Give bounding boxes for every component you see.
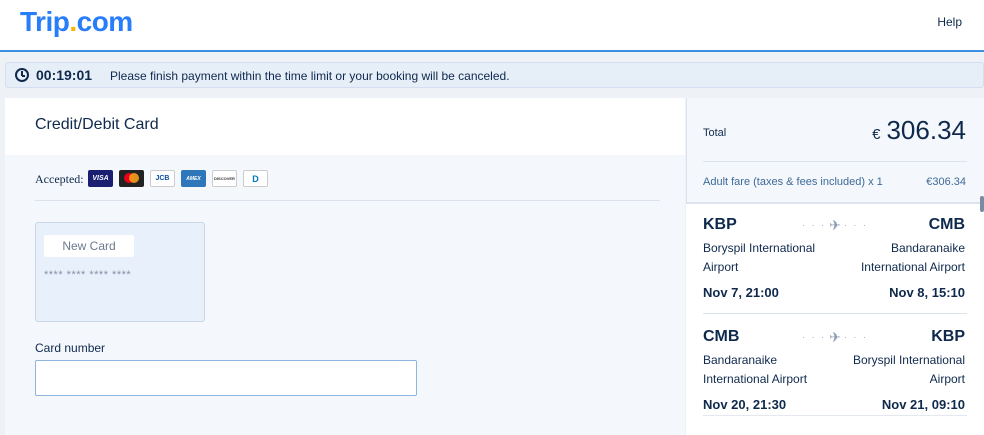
masked-card-number: **** **** **** **** [44, 269, 132, 281]
plane-icon: ✈ [829, 216, 841, 233]
mastercard-icon [119, 170, 144, 187]
discover-icon: DISCOVER [212, 170, 237, 187]
departure-time: Nov 7, 21:00 [703, 285, 779, 300]
countdown-timer: 00:19:01 [36, 67, 93, 83]
total-amount: 306.34 [886, 115, 966, 145]
scrollbar-thumb[interactable] [980, 196, 984, 212]
help-link[interactable]: Help [937, 15, 962, 29]
clock-icon [15, 68, 29, 82]
new-card-button[interactable]: New Card [44, 235, 134, 257]
timer-message: Please finish payment within the time li… [110, 69, 510, 83]
flight-segments: KBP · · · ✈ · · · CMB Boryspil Internation… [686, 202, 984, 435]
departure-time: Nov 20, 21:30 [703, 397, 787, 412]
jcb-icon: JCB [150, 170, 175, 187]
logo-tld: com [76, 6, 134, 37]
total-label: Total [703, 127, 727, 139]
amex-icon: AMEX [181, 170, 206, 187]
arrival-time: Nov 21, 09:10 [881, 397, 965, 412]
destination-airport: Bandaranaike International Airport [860, 241, 965, 274]
origin-airport: Boryspil International Airport [703, 241, 816, 274]
payment-timer-bar: 00:19:01 Please finish payment within th… [5, 62, 984, 88]
logo-dot: . [69, 6, 77, 37]
destination-code: CMB [928, 216, 965, 233]
currency-symbol: € [872, 126, 881, 143]
origin-airport: Bandaranaike International Airport [703, 353, 808, 386]
diners-club-icon: D [243, 170, 268, 187]
visa-icon: VISA [88, 170, 113, 187]
order-summary: Total € 306.34 Adult fare (taxes & fees … [686, 98, 984, 435]
accepted-label: Accepted: [35, 172, 84, 186]
origin-code: KBP [703, 216, 737, 233]
card-number-input[interactable] [35, 360, 417, 396]
payment-method-title: Credit/Debit Card [35, 116, 159, 133]
payment-panel: Credit/Debit Card Accepted: VISA JCB AME… [5, 98, 685, 435]
divider [703, 415, 967, 416]
route-line: · · · ✈ · · · [802, 216, 868, 233]
accepted-cards: VISA JCB AMEX DISCOVER D [88, 170, 268, 187]
trip-com-logo[interactable]: Trip.com [20, 6, 133, 38]
payment-method-header: Credit/Debit Card [5, 98, 685, 155]
plane-icon: ✈ [829, 328, 841, 345]
card-number-label: Card number [35, 341, 106, 355]
route-line: · · · ✈ · · · [802, 328, 868, 345]
destination-code: KBP [931, 328, 965, 345]
new-card-tile[interactable]: New Card **** **** **** **** [35, 222, 205, 322]
fare-label: Adult fare (taxes & fees included) x 1 [703, 176, 883, 188]
origin-code: CMB [703, 328, 740, 345]
divider [703, 161, 967, 162]
logo-text: Trip [20, 6, 70, 37]
top-header: Trip.com Help [0, 0, 984, 52]
divider [35, 200, 660, 201]
destination-airport: Boryspil International Airport [852, 353, 965, 386]
divider [703, 313, 967, 314]
fare-value: €306.34 [926, 176, 966, 188]
arrival-time: Nov 8, 15:10 [889, 285, 965, 300]
total-price: € 306.34 [872, 115, 966, 146]
